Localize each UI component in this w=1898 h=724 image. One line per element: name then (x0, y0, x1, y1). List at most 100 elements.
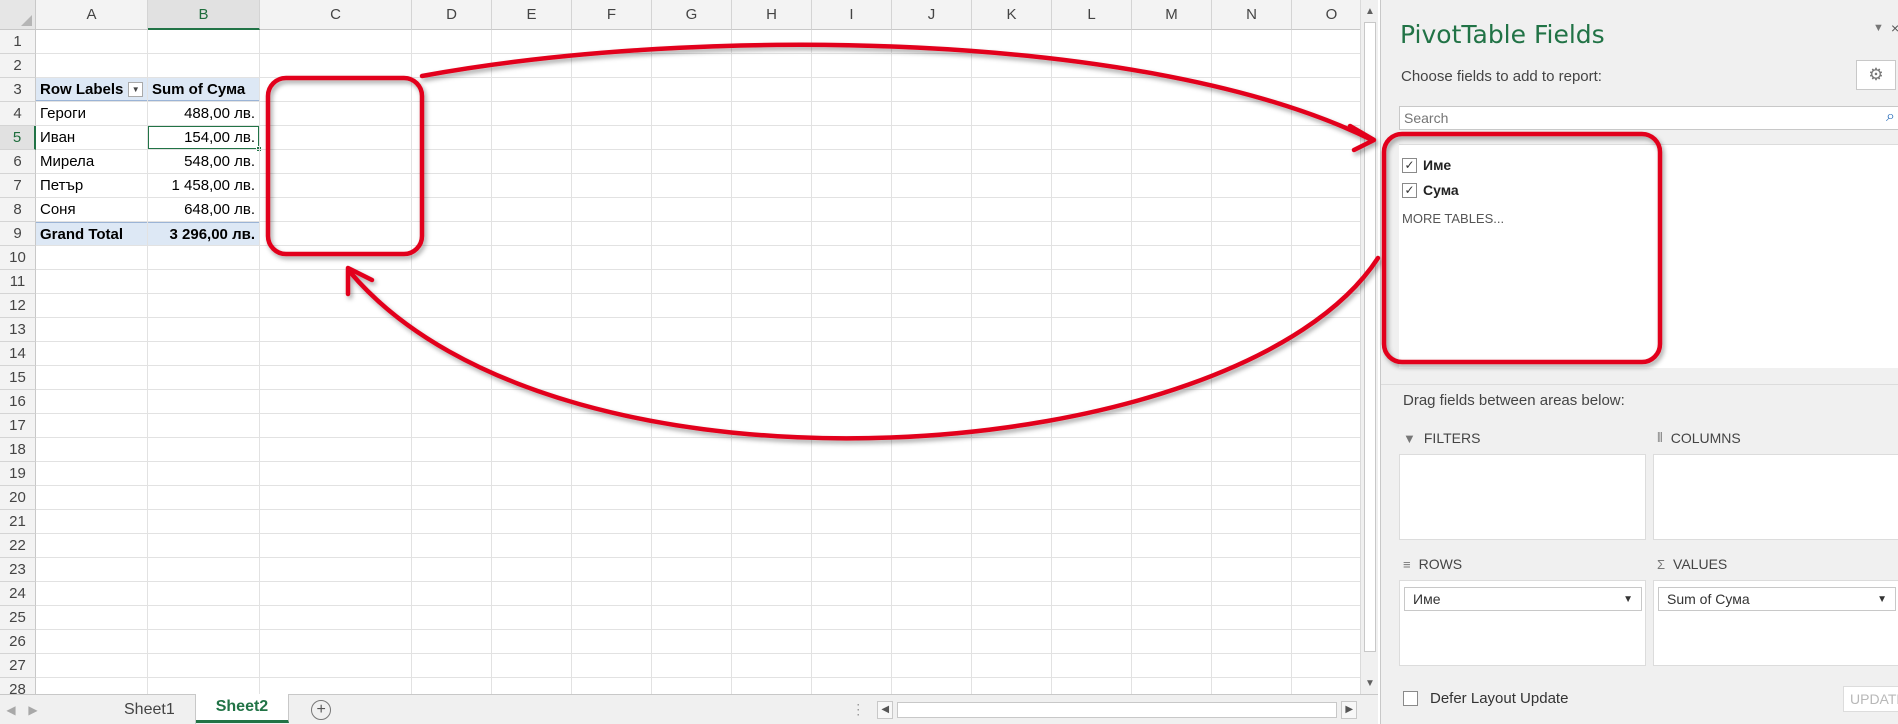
horizontal-scroll-thumb[interactable] (897, 701, 1338, 718)
column-header-b[interactable]: B (148, 0, 260, 30)
pane-options-chevron-down-icon[interactable]: ▼ (1873, 22, 1884, 34)
columns-icon: ⦀ (1657, 430, 1663, 445)
row-header-10[interactable]: 10 (0, 246, 36, 270)
columns-drop-zone[interactable] (1653, 454, 1898, 540)
row-header-3[interactable]: 3 (0, 78, 36, 102)
row-header-24[interactable]: 24 (0, 582, 36, 606)
gear-icon[interactable]: ⚙ (1856, 60, 1896, 90)
row-labels-filter-dropdown[interactable]: ▼ (128, 81, 143, 97)
field-name-checkbox[interactable]: ✓ (1402, 157, 1417, 173)
pivot-row-name[interactable]: Иван (36, 126, 147, 149)
cell-grid[interactable]: Row Labels ▼ Sum of Сума Героги 488,00 лв… (36, 30, 1360, 694)
column-header-c[interactable]: C (260, 0, 412, 30)
defer-layout-update[interactable]: Defer Layout Update (1403, 690, 1568, 707)
column-header-g[interactable]: G (652, 0, 732, 30)
values-field-dropdown-icon[interactable]: ▼ (1877, 594, 1887, 605)
filters-drop-zone[interactable] (1399, 454, 1646, 540)
defer-layout-checkbox[interactable] (1403, 691, 1418, 706)
rows-drop-zone[interactable]: Име ▼ (1399, 580, 1646, 666)
column-header-n[interactable]: N (1212, 0, 1292, 30)
grand-total-value[interactable]: 3 296,00 лв. (148, 222, 259, 245)
more-tables-link[interactable]: MORE TABLES... (1402, 211, 1504, 226)
select-all-corner[interactable] (0, 0, 36, 30)
row-header-15[interactable]: 15 (0, 366, 36, 390)
row-header-27[interactable]: 27 (0, 654, 36, 678)
rows-field-dropdown-icon[interactable]: ▼ (1623, 594, 1633, 605)
row-header-17[interactable]: 17 (0, 414, 36, 438)
row-header-12[interactable]: 12 (0, 294, 36, 318)
pivot-row-value[interactable]: 488,00 лв. (148, 102, 259, 125)
scroll-up-arrow-icon[interactable]: ▲ (1361, 0, 1379, 22)
vertical-scrollbar[interactable]: ▲ ▼ (1360, 0, 1378, 694)
horizontal-scrollbar[interactable]: ◀ ▶ (877, 700, 1377, 719)
row-header-22[interactable]: 22 (0, 534, 36, 558)
row-header-8[interactable]: 8 (0, 198, 36, 222)
scroll-right-arrow-icon[interactable]: ▶ (1341, 700, 1358, 719)
search-icon[interactable]: ⌕ (1886, 108, 1895, 126)
scroll-down-arrow-icon[interactable]: ▼ (1361, 672, 1379, 694)
row-header-16[interactable]: 16 (0, 390, 36, 414)
pivot-row-name[interactable]: Соня (36, 198, 147, 221)
pivot-row-value[interactable]: 154,00 лв. (148, 126, 259, 149)
values-field-pill[interactable]: Sum of Сума ▼ (1658, 587, 1896, 611)
add-sheet-plus-icon[interactable]: + (311, 699, 332, 720)
pivot-row-value[interactable]: 548,00 лв. (148, 150, 259, 173)
row-header-11[interactable]: 11 (0, 270, 36, 294)
pivot-row-value[interactable]: 1 458,00 лв. (148, 174, 259, 197)
drag-fields-label: Drag fields between areas below: (1403, 392, 1625, 409)
sheet-tab-sheet2[interactable]: Sheet2 (195, 694, 290, 723)
pivot-row-value[interactable]: 648,00 лв. (148, 198, 259, 221)
pivot-row-name[interactable]: Мирела (36, 150, 147, 173)
row-header-5[interactable]: 5 (0, 126, 36, 150)
row-header-26[interactable]: 26 (0, 630, 36, 654)
column-header-i[interactable]: I (812, 0, 892, 30)
rows-field-pill[interactable]: Име ▼ (1404, 587, 1642, 611)
column-header-d[interactable]: D (412, 0, 492, 30)
values-field-label: Sum of Сума (1667, 591, 1750, 607)
column-header-f[interactable]: F (572, 0, 652, 30)
row-header-6[interactable]: 6 (0, 150, 36, 174)
row-header-23[interactable]: 23 (0, 558, 36, 582)
row-header-4[interactable]: 4 (0, 102, 36, 126)
tab-scroll-right-icon[interactable]: ▶ (22, 703, 44, 717)
update-button[interactable]: UPDATE (1843, 686, 1898, 712)
row-header-2[interactable]: 2 (0, 54, 36, 78)
column-header-e[interactable]: E (492, 0, 572, 30)
field-search-input[interactable] (1399, 106, 1898, 130)
row-header-21[interactable]: 21 (0, 510, 36, 534)
column-header-m[interactable]: M (1132, 0, 1212, 30)
field-item-name[interactable]: ✓ Име (1402, 157, 1451, 173)
pivot-row-labels-header[interactable]: Row Labels ▼ (36, 78, 147, 101)
row-header-7[interactable]: 7 (0, 174, 36, 198)
column-header-j[interactable]: J (892, 0, 972, 30)
column-header-a[interactable]: A (36, 0, 148, 30)
vertical-scroll-thumb[interactable] (1364, 22, 1376, 652)
pivot-sum-header[interactable]: Sum of Сума (148, 78, 259, 101)
pivot-row-name[interactable]: Героги (36, 102, 147, 125)
field-amount-checkbox[interactable]: ✓ (1402, 182, 1417, 198)
column-header-k[interactable]: K (972, 0, 1052, 30)
tab-scroll-left-icon[interactable]: ◀ (0, 703, 22, 717)
columns-label: COLUMNS (1670, 430, 1741, 446)
pivot-row-name[interactable]: Петър (36, 174, 147, 197)
row-header-18[interactable]: 18 (0, 438, 36, 462)
pane-close-icon[interactable]: × (1891, 20, 1898, 36)
field-item-amount[interactable]: ✓ Сума (1402, 182, 1459, 198)
column-header-h[interactable]: H (732, 0, 812, 30)
row-header-13[interactable]: 13 (0, 318, 36, 342)
spreadsheet-grid-area[interactable]: ABCDEFGHIJKLMNO 1 2 3 4 5 6 7 8 9 10 11 12 13 14 15 16 1… (0, 0, 1372, 702)
row-header-19[interactable]: 19 (0, 462, 36, 486)
grand-total-label[interactable]: Grand Total (36, 222, 147, 245)
rows-field-label: Име (1413, 591, 1441, 607)
column-header-l[interactable]: L (1052, 0, 1132, 30)
row-header-14[interactable]: 14 (0, 342, 36, 366)
tab-split-handle-icon[interactable]: ⋮ (851, 701, 865, 718)
values-drop-zone[interactable]: Sum of Сума ▼ (1653, 580, 1898, 666)
row-header-1[interactable]: 1 (0, 30, 36, 54)
pivottable-fields-pane: PivotTable Fields ▼ × Choose fields to a… (1380, 0, 1898, 724)
scroll-left-arrow-icon[interactable]: ◀ (877, 700, 894, 719)
sheet-tab-sheet1[interactable]: Sheet1 (104, 695, 196, 724)
row-header-9[interactable]: 9 (0, 222, 36, 246)
row-header-20[interactable]: 20 (0, 486, 36, 510)
row-header-25[interactable]: 25 (0, 606, 36, 630)
